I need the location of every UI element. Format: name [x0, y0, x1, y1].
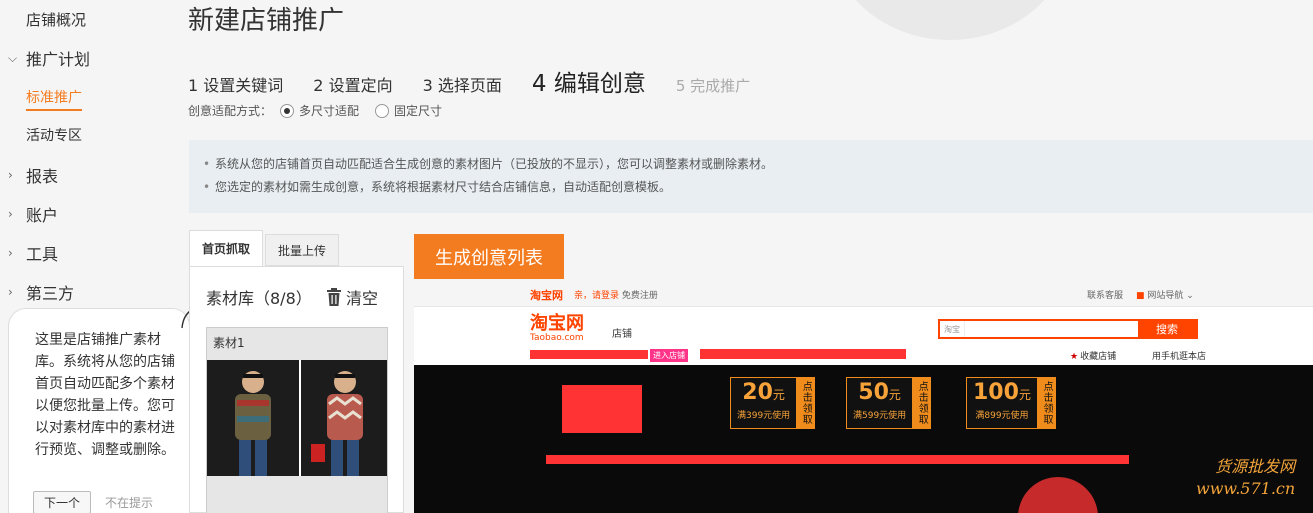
material-card[interactable]: 素材1: [206, 327, 388, 513]
fit-mode-label: 创意适配方式：: [188, 104, 273, 118]
background-decoration: [830, 0, 1070, 40]
shop-preview: 淘宝网 亲，请登录 免费注册 联系客服 ■ 网站导航 ⌄ 淘宝网 Taobao.…: [414, 279, 1313, 513]
step-indicator: 1 设置关键词 2 设置定向 3 选择页面 4 编辑创意 5 完成推广: [188, 64, 750, 98]
chevron-down-icon: ⌵: [8, 50, 18, 65]
step-4-current: 4 编辑创意: [531, 71, 646, 97]
preview-topbar: 淘宝网 亲，请登录 免费注册 联系客服 ■ 网站导航 ⌄: [414, 279, 1313, 307]
trash-icon: [327, 288, 341, 306]
preview-logo-small: 淘宝网: [530, 289, 563, 302]
material-panel: 素材库（8/8） 清空 素材1: [189, 266, 404, 513]
coupon-100: 100元 满899元使用 点击领取: [966, 377, 1056, 429]
tooltip-actions: 下一个 不在提示: [33, 491, 153, 513]
sidebar-item-third-party[interactable]: › 第三方: [8, 280, 74, 304]
preview-customer-service: 联系客服: [1087, 291, 1124, 301]
generate-creative-button[interactable]: 生成创意列表: [414, 234, 564, 279]
info-line: 系统从您的店铺首页自动匹配适合生成创意的素材图片（已投放的不显示），您可以调整素…: [203, 153, 1313, 176]
sidebar-item-account[interactable]: › 账户: [8, 202, 58, 226]
redacted-bar: [530, 350, 648, 359]
preview-shop-navbar: 进入店铺 收藏店铺 用手机逛本店: [414, 345, 1313, 365]
preview-site-nav: ■ 网站导航 ⌄: [1136, 291, 1194, 301]
sidebar-item-label: 报表: [26, 167, 59, 186]
tooltip-text: 这里是店铺推广素材库。系统将从您的店铺首页自动匹配多个素材以便您批量上传。您可以…: [35, 332, 175, 458]
preview-shop-label: 店铺: [612, 329, 632, 340]
step-5: 5 完成推广: [675, 77, 751, 95]
sidebar-item-overview[interactable]: 店铺概况: [26, 9, 86, 30]
coupon-50: 50元 满599元使用 点击领取: [846, 377, 932, 429]
sidebar-item-promo-plan[interactable]: ⌵ 推广计划: [8, 46, 90, 70]
redacted-bar: [700, 349, 906, 359]
step-2: 2 设置定向: [313, 76, 393, 95]
tooltip-next-button[interactable]: 下一个: [33, 491, 92, 513]
sidebar-item-tools[interactable]: › 工具: [8, 241, 58, 265]
sidebar-item-label: 工具: [26, 245, 59, 264]
redacted-logo: [562, 385, 642, 433]
radio-checked-icon: [280, 103, 295, 118]
radio-multi-size[interactable]: 多尺寸适配: [280, 102, 359, 119]
page-title: 新建店铺推广: [188, 6, 345, 36]
preview-enter-shop: 进入店铺: [650, 349, 688, 362]
sidebar-item-reports[interactable]: › 报表: [8, 163, 58, 187]
fit-mode-selector: 创意适配方式： 多尺寸适配 固定尺寸: [188, 102, 450, 119]
material-tabs: 首页抓取 批量上传: [189, 230, 341, 267]
redacted-bar: [546, 455, 1129, 464]
sidebar-item-standard-promo[interactable]: 标准推广: [26, 87, 82, 111]
sidebar-item-label: 推广计划: [26, 50, 91, 69]
step-3: 3 选择页面: [422, 76, 502, 95]
preview-mobile-shop: 用手机逛本店: [1152, 352, 1207, 362]
preview-login: 亲，请登录 免费注册: [574, 291, 658, 301]
tooltip-dismiss-link[interactable]: 不在提示: [105, 494, 153, 511]
preview-logo: 淘宝网 Taobao.com: [530, 313, 584, 344]
library-title: 素材库（8/8）: [206, 289, 312, 308]
tab-batch-upload[interactable]: 批量上传: [265, 234, 340, 266]
guide-tooltip: 这里是店铺推广素材库。系统将从您的店铺首页自动匹配多个素材以便您批量上传。您可以…: [8, 308, 190, 513]
sidebar-item-activity-zone[interactable]: 活动专区: [26, 125, 82, 145]
info-line: 您选定的素材如需生成创意，系统将根据素材尺寸结合店铺信息，自动适配创意模板。: [203, 176, 1313, 199]
clear-button[interactable]: 清空: [326, 285, 378, 309]
tab-homepage-capture[interactable]: 首页抓取: [189, 230, 264, 267]
preview-fav-shop: 收藏店铺: [1070, 349, 1116, 362]
preview-banner: 20元 满399元使用 点击领取 50元 满599元使用 点击领取 100元 满899…: [414, 365, 1313, 513]
chevron-right-icon: ›: [8, 207, 13, 221]
chevron-right-icon: ›: [8, 168, 13, 182]
watermark: 货源批发网 www.571.cn: [1196, 457, 1296, 498]
model-hat-image: [1018, 477, 1098, 513]
coupon-20: 20元 满399元使用 点击领取: [730, 377, 816, 429]
radio-fixed-size[interactable]: 固定尺寸: [375, 102, 442, 119]
sidebar-item-label: 账户: [26, 206, 59, 225]
preview-search: 淘宝 搜索: [938, 319, 1198, 339]
chevron-right-icon: ›: [8, 285, 13, 299]
info-notice: 系统从您的店铺首页自动匹配适合生成创意的素材图片（已投放的不显示），您可以调整素…: [189, 140, 1313, 213]
step-1: 1 设置关键词: [188, 76, 284, 95]
sidebar-item-label: 第三方: [26, 284, 75, 303]
radio-unchecked-icon: [375, 103, 390, 118]
chevron-right-icon: ›: [8, 246, 13, 260]
material-thumbnail-image: [207, 360, 387, 476]
material-card-label: 素材1: [213, 336, 245, 350]
